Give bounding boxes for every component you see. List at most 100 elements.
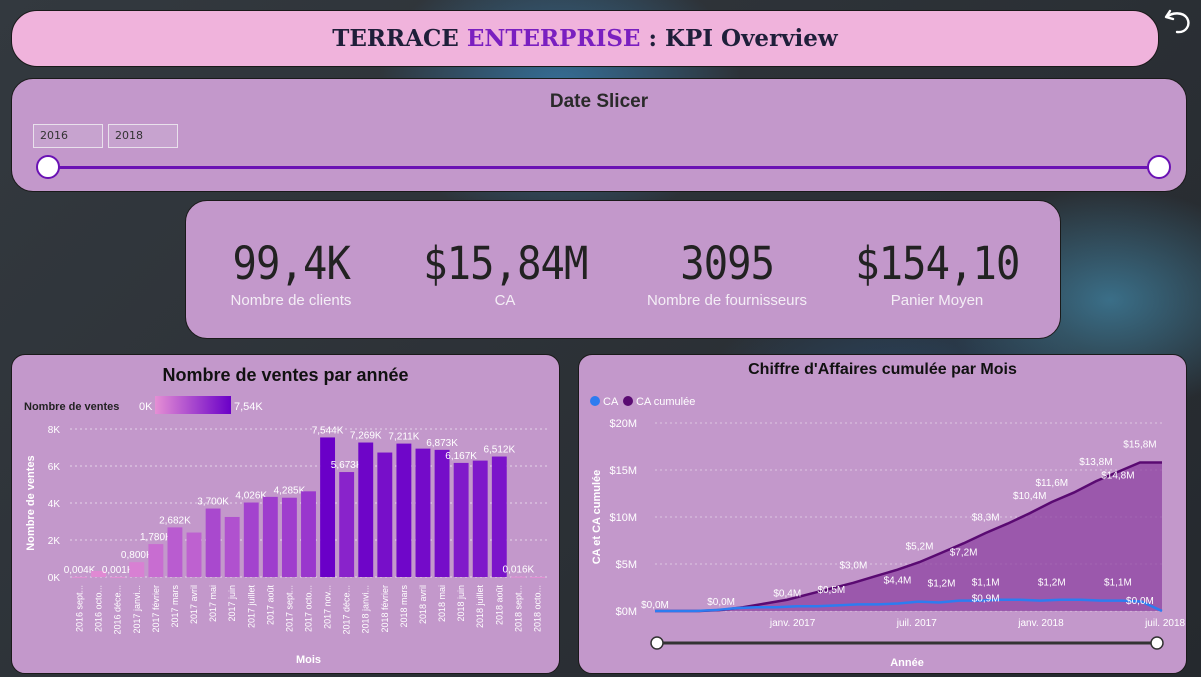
start-date-input[interactable]: 2016	[33, 124, 103, 148]
bar	[530, 576, 545, 578]
data-label: $0,0M	[641, 600, 669, 611]
data-label: $13,8M	[1079, 457, 1112, 468]
bar-data-label: 4,026K	[235, 491, 267, 502]
bar	[434, 449, 450, 577]
range-slider-end-handle[interactable]	[1150, 636, 1164, 650]
bar	[377, 452, 393, 577]
y-tick-label: 6K	[48, 462, 61, 473]
legend-max: 7,54K	[234, 401, 263, 413]
kpi-value: 3095	[680, 237, 775, 290]
bar-data-label: 4,285K	[274, 486, 306, 497]
data-label: $1,1M	[1104, 577, 1132, 588]
x-tick-label: 2016 sept...	[75, 585, 85, 632]
x-tick-label: 2017 juillet	[246, 585, 256, 629]
bar	[167, 527, 183, 577]
bar-data-label: 2,682K	[159, 515, 191, 526]
bar	[129, 562, 145, 577]
page-title: TERRACE ENTERPRISE : KPI Overview	[332, 25, 837, 52]
bar	[205, 508, 221, 577]
y-tick-label: 8K	[48, 425, 61, 436]
data-label: $0,5M	[817, 585, 845, 596]
x-tick-label: 2017 juin	[227, 585, 237, 622]
slider-start-handle[interactable]	[36, 155, 60, 179]
bar	[453, 462, 469, 577]
slider-end-handle[interactable]	[1147, 155, 1171, 179]
y-tick-label: 4K	[48, 499, 61, 510]
bar-data-label: 7,544K	[312, 425, 344, 436]
bar-data-label: 5,673K	[331, 460, 363, 471]
x-tick-label: janv. 2018	[1017, 618, 1064, 629]
range-slider-start-handle[interactable]	[650, 636, 664, 650]
x-tick-label: 2017 janvi...	[132, 585, 142, 634]
kpi-label: Nombre de clients	[230, 292, 352, 309]
legend-cacum-label: CA cumulée	[636, 396, 695, 408]
legend-ca-label: CA	[603, 396, 619, 408]
y-tick-label: 2K	[48, 536, 61, 547]
x-tick-label: 2018 mai	[437, 585, 447, 622]
bar	[243, 502, 259, 577]
x-tick-label: 2018 sept...	[513, 585, 523, 632]
data-label: $1,1M	[972, 577, 1000, 588]
bar-chart-panel: Nombre de ventes par année Nombre de ven…	[11, 354, 560, 674]
line-chart-panel: Chiffre d'Affaires cumulée par Mois CA CA…	[578, 354, 1187, 674]
y-tick-label: $20M	[609, 418, 637, 430]
end-date-input[interactable]: 2018	[108, 124, 178, 148]
bar-data-label: 3,700K	[197, 497, 229, 508]
bar	[339, 472, 355, 577]
x-tick-label: 2016 déce...	[113, 585, 123, 635]
x-tick-label: 2017 mars	[170, 585, 180, 628]
data-label: $3,0M	[839, 561, 867, 572]
slicer-title: Date Slicer	[549, 91, 649, 112]
legend-min: 0K	[139, 401, 153, 413]
y-tick-label: $15M	[609, 465, 637, 477]
bar	[301, 491, 316, 577]
title-accent: ENTERPRISE	[466, 25, 641, 52]
kpi-panier: $154,10 Panier Moyen	[832, 237, 1042, 309]
x-tick-label: 2017 nov...	[323, 585, 333, 629]
x-tick-label: 2017 octo...	[304, 585, 314, 632]
data-label: $15,8M	[1123, 439, 1156, 450]
title-bar: TERRACE ENTERPRISE : KPI Overview	[11, 10, 1159, 67]
bar-data-label: 6,873K	[426, 438, 458, 449]
data-label: $0,9M	[972, 593, 1000, 604]
undo-arrow-icon[interactable]	[1163, 6, 1193, 36]
bar-data-label: 0,800K	[121, 550, 153, 561]
x-axis-label: Année	[890, 657, 924, 669]
bar	[186, 532, 202, 577]
data-label: $8,3M	[972, 513, 1000, 524]
data-label: $0,0M	[707, 597, 735, 608]
y-tick-label: 0K	[48, 573, 61, 584]
data-label: $7,2M	[950, 547, 978, 558]
bar	[472, 460, 488, 577]
kpi-value: $15,84M	[422, 237, 588, 290]
data-label: $1,2M	[928, 578, 956, 589]
x-tick-label: juil. 2017	[896, 618, 937, 629]
x-tick-label: 2018 août	[494, 585, 504, 626]
title-part1: TERRACE	[332, 25, 459, 52]
x-tick-label: 2017 sept...	[284, 585, 294, 632]
x-tick-label: 2016 octo...	[94, 585, 104, 632]
date-slider-track[interactable]	[48, 166, 1160, 169]
x-tick-label: 2018 février	[380, 585, 390, 633]
kpi-label: CA	[494, 292, 516, 309]
bar	[320, 437, 336, 577]
x-tick-label: 2018 juin	[456, 585, 466, 622]
bar	[72, 576, 87, 578]
bar	[224, 516, 240, 577]
kpi-fournisseurs: 3095 Nombre de fournisseurs	[622, 237, 832, 309]
y-axis-label: Nombre de ventes	[25, 455, 37, 550]
x-tick-label: 2018 mars	[399, 585, 409, 628]
bar	[415, 448, 431, 577]
x-tick-label: 2018 janvi...	[361, 585, 371, 634]
x-axis-label: Mois	[296, 654, 321, 666]
bar-data-label: 0,001K	[102, 565, 134, 576]
bar	[510, 576, 526, 578]
bar	[148, 544, 164, 577]
x-tick-label: 2017 août	[265, 585, 275, 626]
x-tick-label: janv. 2017	[769, 618, 816, 629]
bar	[110, 576, 126, 578]
kpi-value: $154,10	[854, 237, 1020, 290]
bar	[491, 456, 507, 577]
bar	[358, 442, 374, 577]
data-label: $0,4M	[773, 589, 801, 600]
